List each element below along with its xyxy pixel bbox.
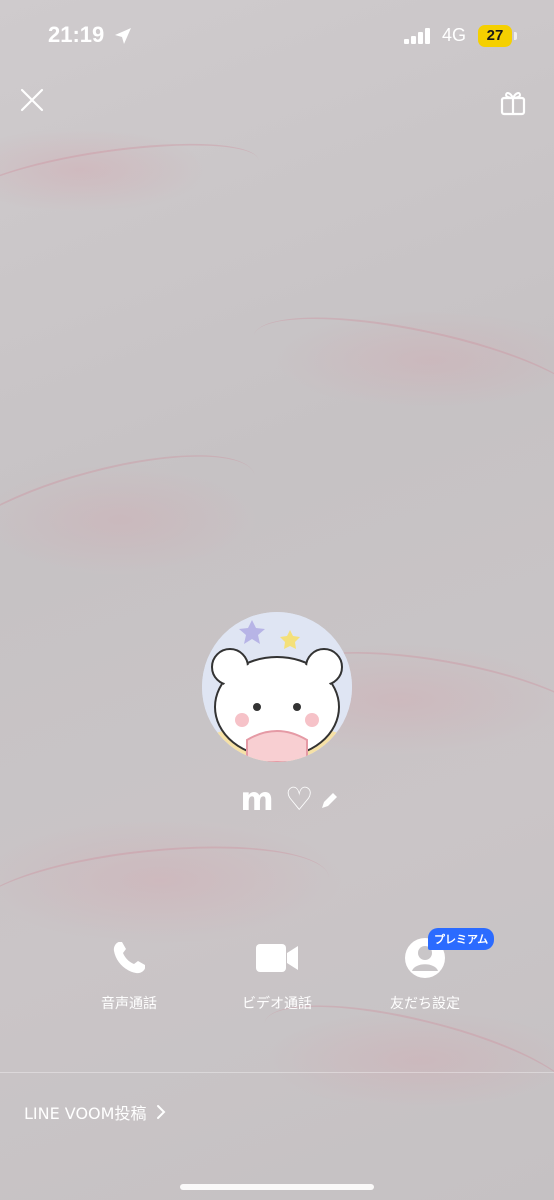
voom-label: LINE VOOM投稿 [24,1104,147,1123]
voice-call-label: 音声通話 [101,996,157,1012]
pencil-icon[interactable] [318,790,340,812]
battery-level: 27 [478,25,512,47]
video-call-label: ビデオ通話 [242,996,312,1012]
cellular-signal-icon [404,28,430,44]
avatar-bear-image [202,612,352,762]
line-voom-posts-link[interactable]: LINE VOOM投稿 [24,1100,166,1124]
video-call-button[interactable]: ビデオ通話 [217,935,337,1013]
profile-name: m ♡ [240,780,314,818]
battery-cap [514,32,517,40]
phone-icon [113,942,145,974]
home-indicator[interactable] [180,1184,374,1190]
status-time: 21:19 [48,22,105,47]
location-arrow-icon [115,28,131,44]
marble-background [0,0,554,1200]
profile-name-row: m ♡ [0,780,554,818]
network-type: 4G [442,25,467,45]
profile-avatar[interactable] [202,612,352,762]
video-camera-icon [256,944,298,972]
voice-call-button[interactable]: 音声通話 [69,935,189,1013]
close-icon[interactable] [18,86,46,114]
chevron-right-icon [157,1105,166,1119]
divider [0,1072,554,1073]
status-bar: 21:19 4G 27 [0,0,554,72]
premium-badge: プレミアム [428,928,495,950]
gift-icon[interactable] [498,88,528,118]
friend-settings-label: 友だち設定 [390,996,460,1012]
